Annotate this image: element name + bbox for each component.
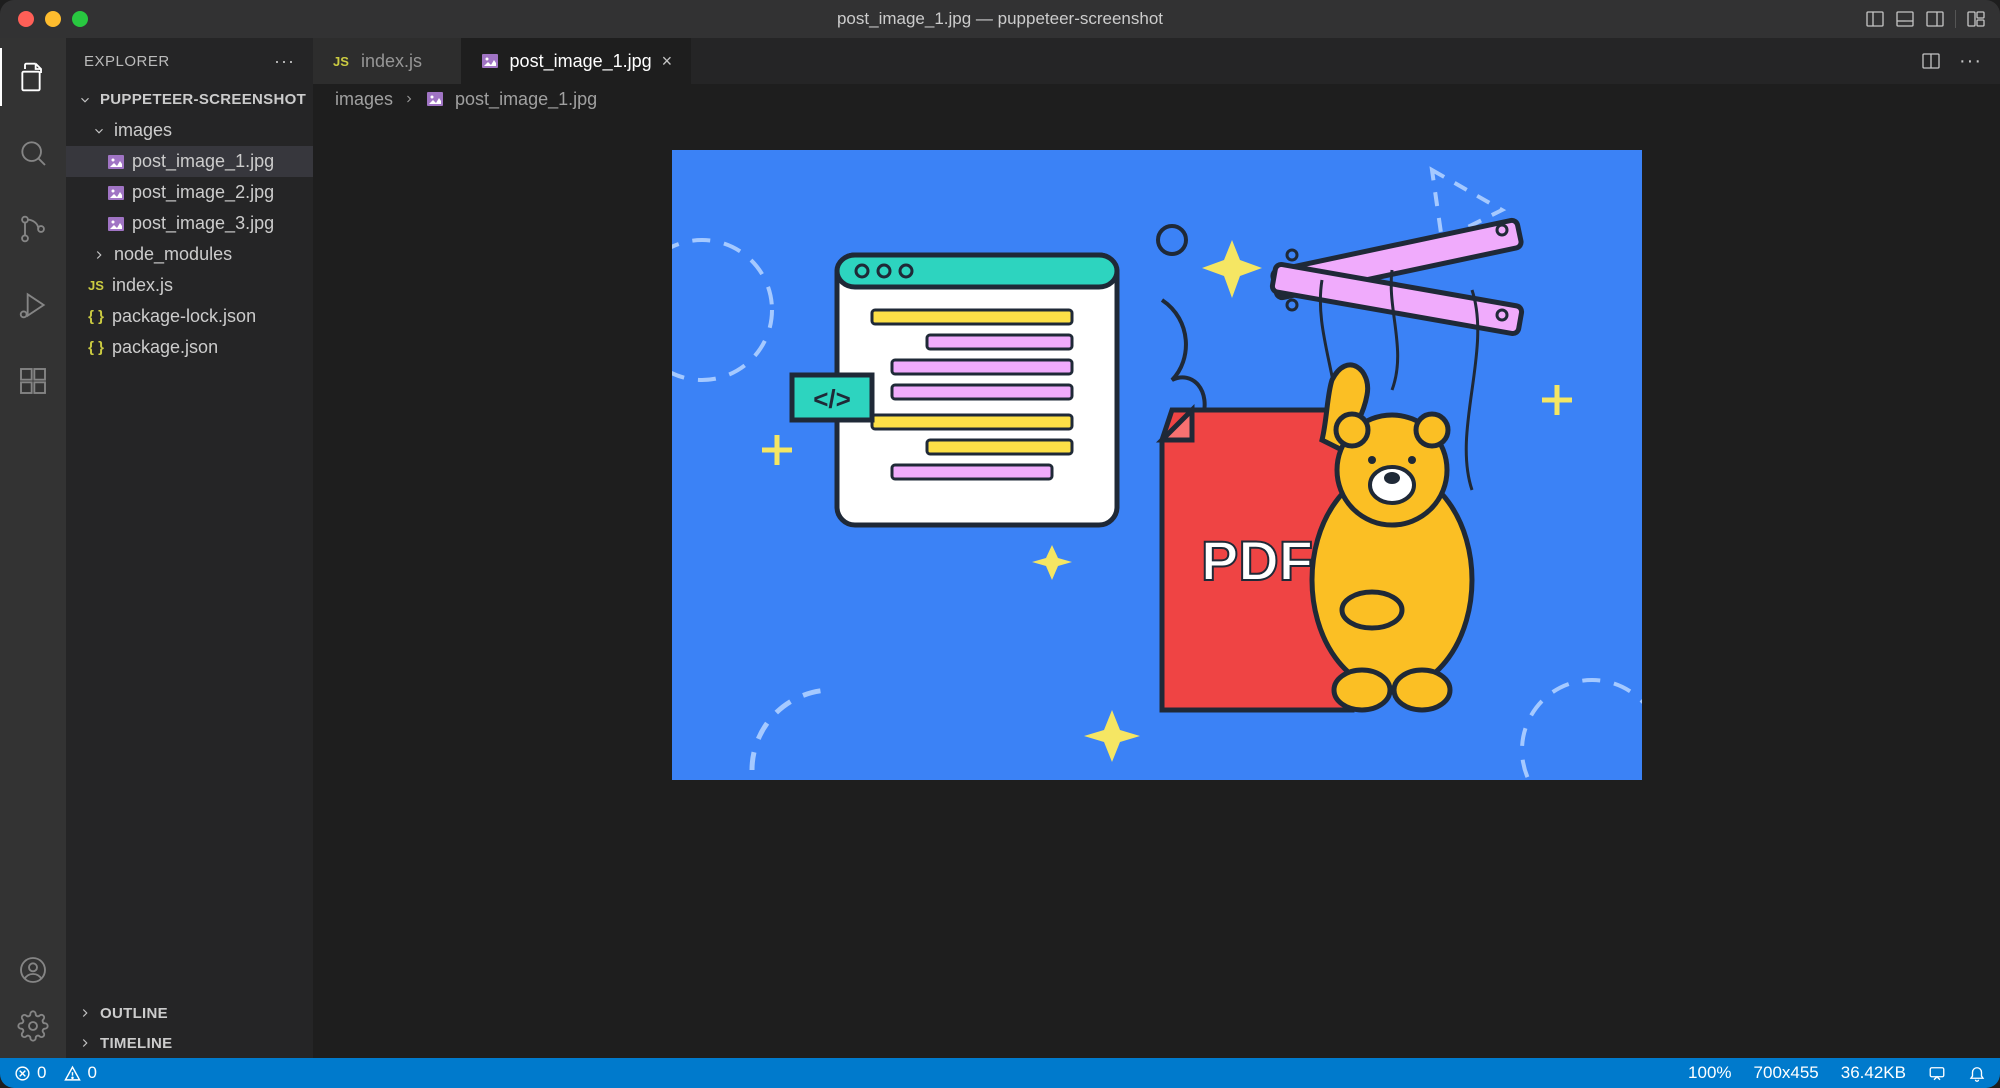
file-index-js[interactable]: JS index.js [66, 270, 313, 301]
tab-index-js[interactable]: JS index.js × [313, 38, 462, 84]
explorer-title: EXPLORER [84, 53, 170, 70]
tab-post-image-1[interactable]: post_image_1.jpg × [462, 38, 692, 84]
image-file-icon [480, 54, 500, 68]
toggle-secondary-sidebar-icon[interactable] [1925, 9, 1945, 29]
svg-text:</>: </> [813, 384, 851, 414]
warning-icon [64, 1065, 81, 1082]
traffic-lights [18, 11, 88, 27]
folder-images[interactable]: images [66, 115, 313, 146]
tab-label: index.js [361, 51, 422, 72]
breadcrumbs[interactable]: images post_image_1.jpg [313, 84, 2000, 114]
activity-settings[interactable] [0, 1006, 66, 1046]
js-file-icon: JS [86, 278, 106, 293]
image-file-icon [106, 155, 126, 169]
activity-run-debug[interactable] [0, 276, 66, 334]
folder-label: images [114, 120, 172, 141]
file-label: package.json [112, 337, 218, 358]
file-post-image-3[interactable]: post_image_3.jpg [66, 208, 313, 239]
activity-accounts[interactable] [0, 950, 66, 990]
editor-group: JS index.js × post_image_1.jpg × ··· ima… [313, 38, 2000, 1058]
svg-text:PDF: PDF [1201, 529, 1313, 592]
sidebar-bottom-sections: OUTLINE TIMELINE [66, 998, 313, 1058]
customize-layout-icon[interactable] [1966, 9, 1986, 29]
close-icon[interactable]: × [662, 51, 673, 72]
image-preview: </> [672, 150, 1642, 780]
file-post-image-2[interactable]: post_image_2.jpg [66, 177, 313, 208]
workspace-root[interactable]: PUPPETEER-SCREENSHOT [66, 84, 313, 115]
status-dimensions[interactable]: 700x455 [1754, 1063, 1819, 1083]
explorer-more-icon[interactable]: ··· [274, 51, 295, 72]
section-label: OUTLINE [100, 1005, 168, 1022]
file-label: index.js [112, 275, 173, 296]
titlebar: post_image_1.jpg — puppeteer-screenshot [0, 0, 2000, 38]
chevron-down-icon [76, 91, 94, 109]
section-outline[interactable]: OUTLINE [66, 998, 313, 1028]
chevron-right-icon [76, 1004, 94, 1022]
window-minimize-button[interactable] [45, 11, 61, 27]
status-feedback-icon[interactable] [1928, 1064, 1946, 1082]
image-file-icon [106, 186, 126, 200]
file-package-json[interactable]: { } package.json [66, 332, 313, 363]
status-problems[interactable]: 0 0 [14, 1063, 97, 1083]
json-file-icon: { } [86, 308, 106, 325]
chevron-right-icon [403, 93, 415, 105]
status-filesize[interactable]: 36.42KB [1841, 1063, 1906, 1083]
explorer-sidebar: EXPLORER ··· PUPPETEER-SCREENSHOT images… [66, 38, 313, 1058]
file-tree: PUPPETEER-SCREENSHOT images post_image_1… [66, 84, 313, 998]
image-file-icon [106, 217, 126, 231]
explorer-header: EXPLORER ··· [66, 38, 313, 84]
more-actions-icon[interactable]: ··· [1959, 50, 1982, 73]
split-editor-icon[interactable] [1921, 51, 1941, 71]
folder-node-modules[interactable]: node_modules [66, 239, 313, 270]
warning-count: 0 [87, 1063, 96, 1083]
breadcrumb-part: post_image_1.jpg [455, 89, 597, 110]
window-close-button[interactable] [18, 11, 34, 27]
main-area: EXPLORER ··· PUPPETEER-SCREENSHOT images… [0, 38, 2000, 1058]
chevron-down-icon [90, 122, 108, 140]
file-label: post_image_2.jpg [132, 182, 274, 203]
activity-extensions[interactable] [0, 352, 66, 410]
file-post-image-1[interactable]: post_image_1.jpg [66, 146, 313, 177]
toggle-panel-icon[interactable] [1895, 9, 1915, 29]
image-file-icon [425, 92, 445, 106]
file-label: post_image_3.jpg [132, 213, 274, 234]
image-viewer[interactable]: </> [313, 114, 2000, 1058]
json-file-icon: { } [86, 339, 106, 356]
file-label: package-lock.json [112, 306, 256, 327]
window-maximize-button[interactable] [72, 11, 88, 27]
file-label: post_image_1.jpg [132, 151, 274, 172]
file-package-lock[interactable]: { } package-lock.json [66, 301, 313, 332]
activity-bar [0, 38, 66, 1058]
folder-label: node_modules [114, 244, 232, 265]
tab-label: post_image_1.jpg [510, 51, 652, 72]
activity-explorer[interactable] [0, 48, 66, 106]
breadcrumb-part: images [335, 89, 393, 110]
editor-tab-actions: ··· [1903, 38, 2000, 84]
titlebar-separator [1955, 10, 1956, 28]
activity-source-control[interactable] [0, 200, 66, 258]
chevron-right-icon [90, 246, 108, 264]
status-bell-icon[interactable] [1968, 1064, 1986, 1082]
chevron-right-icon [76, 1034, 94, 1052]
error-count: 0 [37, 1063, 46, 1083]
editor-tabs: JS index.js × post_image_1.jpg × ··· [313, 38, 2000, 84]
toggle-primary-sidebar-icon[interactable] [1865, 9, 1885, 29]
titlebar-actions [1865, 9, 1986, 29]
activity-search[interactable] [0, 124, 66, 182]
status-bar: 0 0 100% 700x455 36.42KB [0, 1058, 2000, 1088]
error-icon [14, 1065, 31, 1082]
js-file-icon: JS [331, 54, 351, 69]
window-title: post_image_1.jpg — puppeteer-screenshot [837, 9, 1163, 29]
section-timeline[interactable]: TIMELINE [66, 1028, 313, 1058]
section-label: TIMELINE [100, 1035, 172, 1052]
status-zoom[interactable]: 100% [1688, 1063, 1731, 1083]
vscode-window: post_image_1.jpg — puppeteer-screenshot [0, 0, 2000, 1088]
root-label: PUPPETEER-SCREENSHOT [100, 91, 306, 108]
